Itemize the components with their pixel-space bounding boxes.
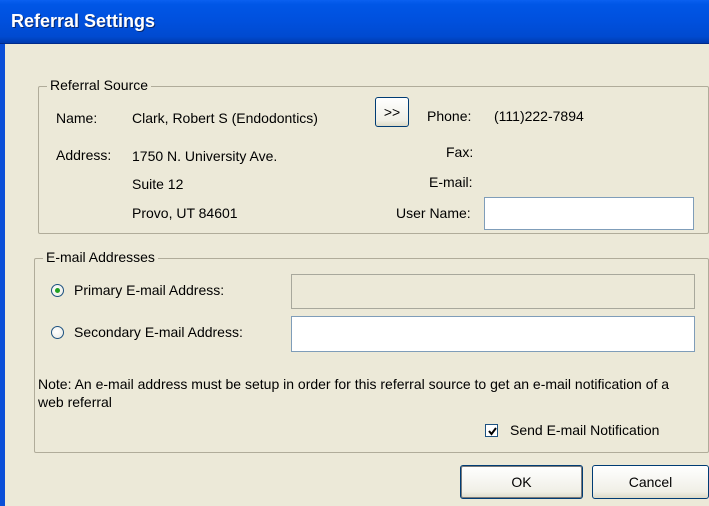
secondary-email-radio[interactable] bbox=[51, 326, 64, 339]
email-label: E-mail: bbox=[429, 174, 473, 190]
phone-value: (111)222-7894 bbox=[494, 108, 584, 124]
username-input[interactable] bbox=[484, 197, 694, 230]
email-addresses-legend: E-mail Addresses bbox=[43, 249, 158, 265]
ok-button[interactable]: OK bbox=[460, 465, 583, 499]
window-title: Referral Settings bbox=[11, 11, 156, 31]
fax-label: Fax: bbox=[446, 144, 474, 160]
secondary-email-label[interactable]: Secondary E-mail Address: bbox=[74, 324, 243, 340]
primary-email-radio[interactable] bbox=[51, 284, 64, 297]
window-frame bbox=[0, 44, 5, 506]
primary-email-label[interactable]: Primary E-mail Address: bbox=[74, 282, 224, 298]
address-line1: 1750 N. University Ave. bbox=[132, 148, 278, 164]
title-bar[interactable]: Referral Settings bbox=[0, 0, 709, 44]
phone-label: Phone: bbox=[427, 108, 472, 124]
address-line3: Provo, UT 84601 bbox=[132, 205, 238, 221]
checkmark-icon bbox=[488, 427, 497, 436]
send-notification-checkbox[interactable] bbox=[485, 424, 498, 437]
name-label: Name: bbox=[56, 110, 98, 126]
referral-source-legend: Referral Source bbox=[47, 77, 152, 93]
address-label: Address: bbox=[56, 147, 112, 163]
cancel-button[interactable]: Cancel bbox=[592, 465, 709, 499]
secondary-email-input[interactable] bbox=[291, 316, 695, 352]
address-line2: Suite 12 bbox=[132, 176, 184, 192]
radio-selected-dot bbox=[55, 288, 60, 293]
email-note: Note: An e-mail address must be setup in… bbox=[38, 376, 670, 410]
username-label: User Name: bbox=[396, 205, 471, 221]
details-button[interactable]: >> bbox=[375, 97, 409, 127]
primary-email-input[interactable] bbox=[291, 274, 695, 309]
name-value: Clark, Robert S (Endodontics) bbox=[132, 110, 318, 126]
send-notification-label[interactable]: Send E-mail Notification bbox=[510, 422, 659, 438]
